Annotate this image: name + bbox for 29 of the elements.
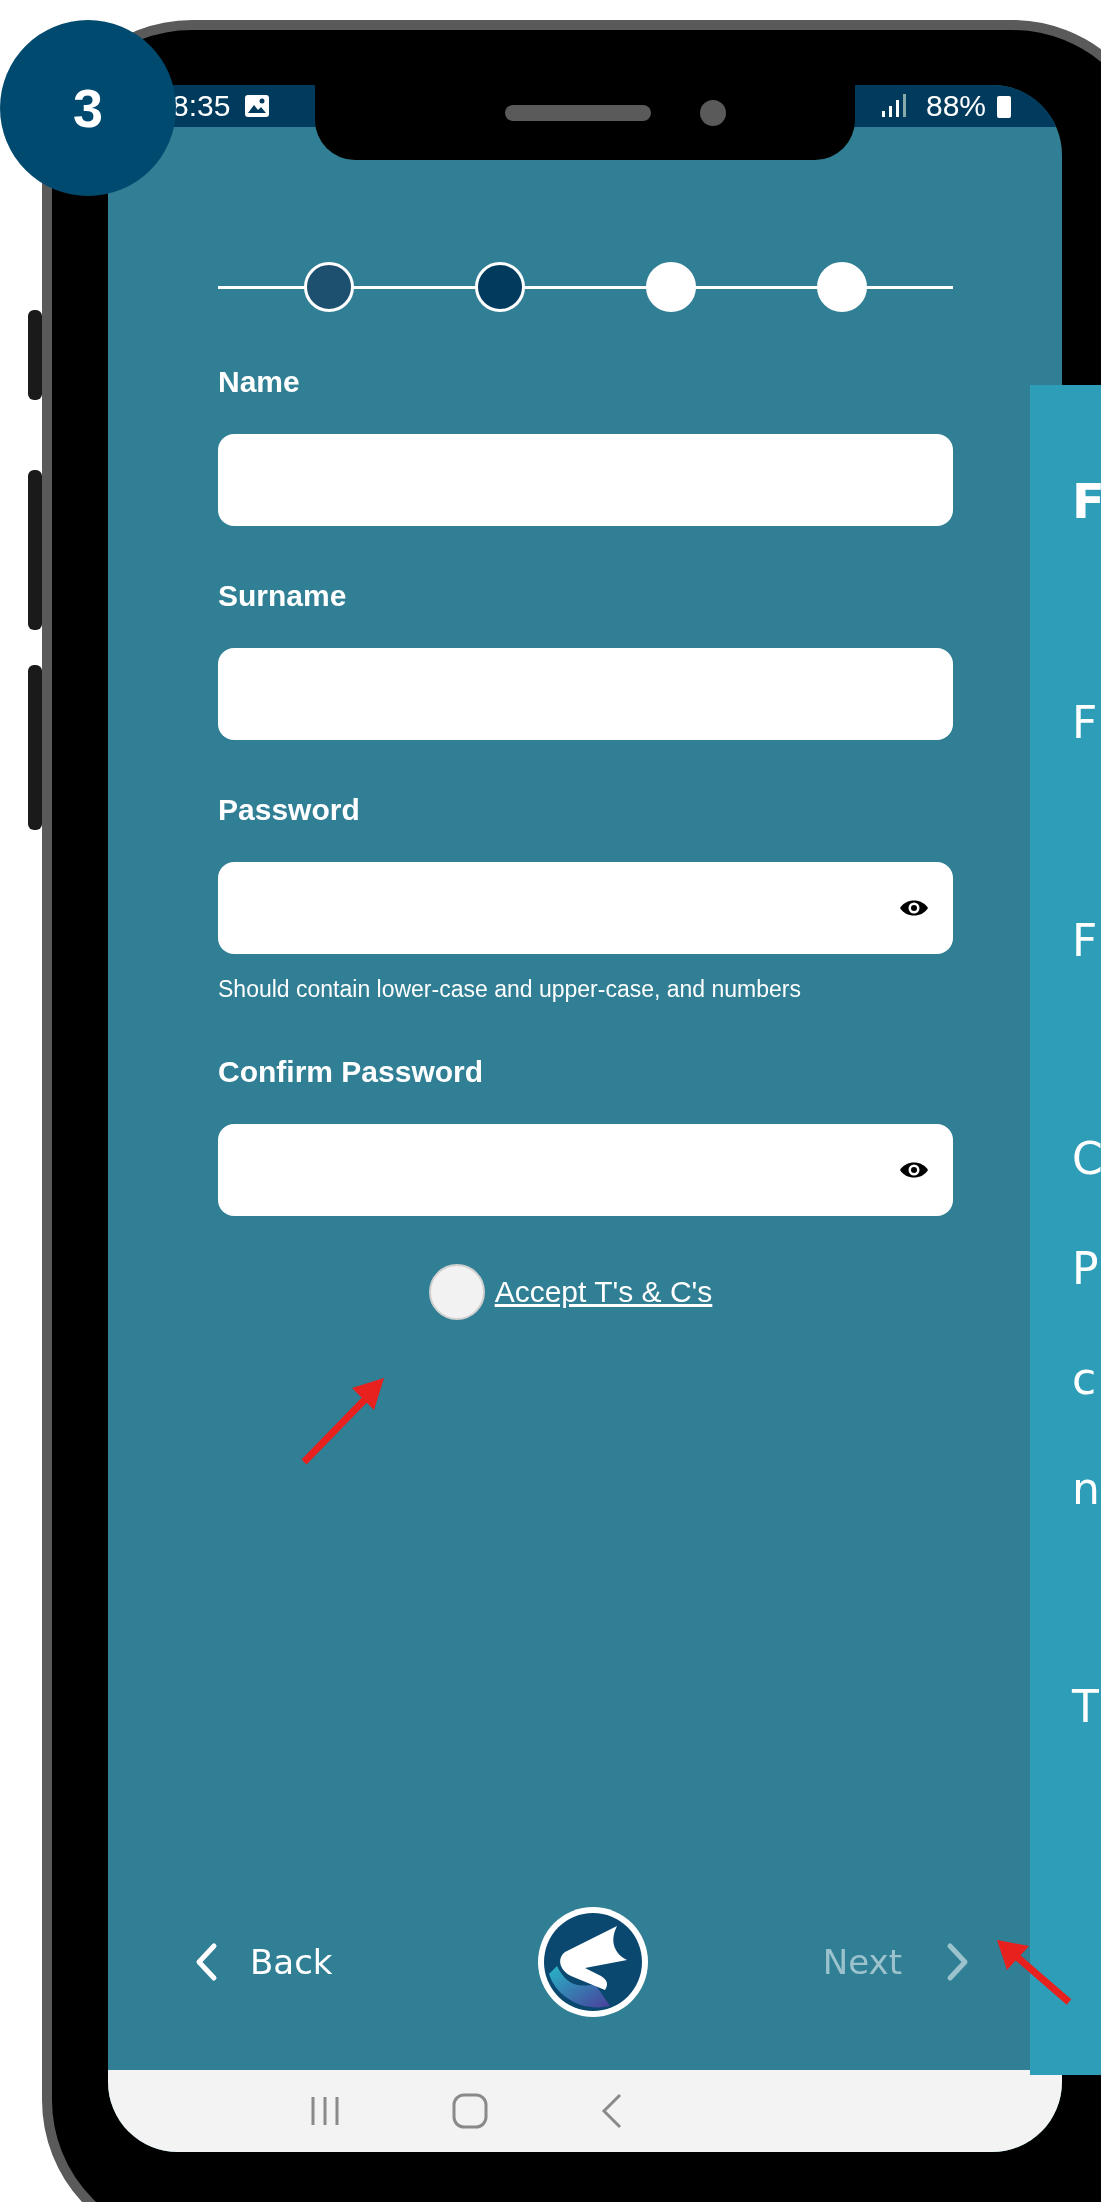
callout-text: F <box>1072 917 1099 965</box>
field-label: Surname <box>218 578 348 614</box>
terms-link[interactable]: Accept T's & C's <box>494 1275 713 1309</box>
field-label: Name <box>218 364 301 400</box>
input-field[interactable] <box>218 434 953 526</box>
image-icon <box>244 94 271 118</box>
callout-text: c <box>1072 1355 1098 1403</box>
input-field[interactable] <box>218 1124 953 1216</box>
input-field[interactable] <box>218 862 953 954</box>
eye-icon <box>899 1160 929 1180</box>
callout-heading: F <box>1072 473 1101 529</box>
battery-percent: 88% <box>925 91 986 121</box>
callout-text: T <box>1072 1683 1100 1731</box>
field-label: Confirm Password <box>218 1054 485 1090</box>
battery-icon <box>996 93 1012 119</box>
callout-text: C <box>1072 1135 1101 1183</box>
chevron-left-icon <box>194 1942 218 1982</box>
back-button[interactable]: Back <box>194 1942 333 1982</box>
eye-icon <box>899 898 929 918</box>
callout-text: F <box>1072 699 1099 747</box>
callout-text: n <box>1072 1465 1101 1513</box>
hint-text: Should contain lower-case and upper-case, and numbers <box>218 976 803 1002</box>
input-field[interactable] <box>218 648 953 740</box>
chevron-right-icon <box>946 1942 970 1982</box>
field-label: Password <box>218 792 361 828</box>
step-number-badge: 3 <box>0 20 176 196</box>
home-icon <box>451 2092 489 2130</box>
callout-text: P <box>1072 1245 1100 1293</box>
camera-dot <box>700 100 726 126</box>
